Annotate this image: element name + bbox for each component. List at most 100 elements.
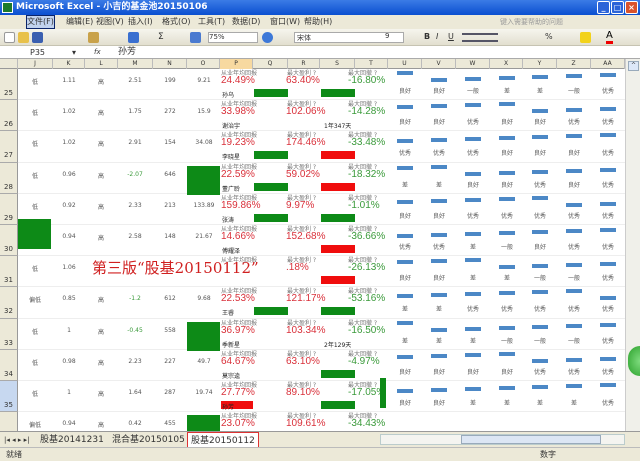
horizontal-scroll-thumb[interactable] [461, 435, 601, 444]
column-header-Y[interactable]: Y [523, 59, 557, 69]
maximize-button[interactable]: □ [611, 1, 624, 14]
column-header-O[interactable]: O [187, 59, 220, 69]
menu-item[interactable]: 窗口(W) [270, 15, 300, 29]
column-header-N[interactable]: N [153, 59, 187, 69]
cell-o-value[interactable]: 133.89 [188, 202, 220, 209]
menu-item[interactable]: 视图(V) [96, 15, 124, 29]
cell-l-level[interactable]: 高 [85, 139, 117, 148]
cell-o-value[interactable]: 9.21 [188, 77, 220, 84]
menu-item[interactable]: 帮助(H) [304, 15, 332, 29]
cell-k-value[interactable]: 0.94 [53, 233, 85, 240]
floating-widget-icon[interactable] [628, 346, 640, 376]
column-header-V[interactable]: V [422, 59, 456, 69]
tab-nav-icons[interactable]: |◂ ◂ ▸ ▸| [4, 432, 29, 448]
row-header[interactable]: 28 [0, 162, 18, 194]
column-header-W[interactable]: W [456, 59, 490, 69]
cell-k-value[interactable]: 0.85 [53, 295, 85, 302]
cell-j-level[interactable]: 低 [19, 264, 51, 273]
cell-j-level[interactable]: 低 [19, 139, 51, 148]
cell-l-level[interactable]: 高 [85, 202, 117, 211]
font-color-icon[interactable]: A [606, 30, 613, 44]
cell-l-level[interactable]: 高 [85, 327, 117, 336]
cell-n-count[interactable]: 213 [154, 202, 186, 209]
cell-n-count[interactable]: 558 [154, 327, 186, 334]
open-icon[interactable] [18, 32, 29, 43]
help-icon[interactable] [262, 32, 273, 43]
cell-j-level[interactable]: 偏低 [19, 420, 51, 429]
column-header-Z[interactable]: Z [557, 59, 591, 69]
row-header[interactable]: 30 [0, 225, 18, 257]
zoom-select[interactable]: 75% [208, 32, 258, 43]
cell-k-value[interactable]: 0.98 [53, 358, 85, 365]
cell-m-value[interactable]: -0.45 [119, 327, 151, 334]
column-header-X[interactable]: X [490, 59, 523, 69]
cell-n-count[interactable]: 646 [154, 171, 186, 178]
cell-m-value[interactable]: 0.42 [119, 420, 151, 427]
autosum-icon[interactable]: Σ [158, 32, 164, 42]
undo-icon[interactable] [128, 32, 139, 43]
row-header[interactable]: 35 [0, 381, 18, 413]
cell-j-level[interactable]: 低 [19, 327, 51, 336]
cell-m-value[interactable]: -2.07 [119, 171, 151, 178]
column-header-S[interactable]: S [320, 59, 355, 69]
menu-item[interactable]: 插入(I) [128, 15, 153, 29]
cell-j-level[interactable]: 低 [19, 108, 51, 117]
cell-j-level[interactable]: 低 [19, 171, 51, 180]
column-header-M[interactable]: M [118, 59, 153, 69]
fill-color-icon[interactable] [580, 32, 591, 43]
select-all-corner[interactable] [0, 59, 18, 69]
cell-m-value[interactable]: 2.23 [119, 358, 151, 365]
cell-j-level[interactable]: 偏低 [19, 295, 51, 304]
cell-n-count[interactable]: 154 [154, 139, 186, 146]
row-header[interactable]: 31 [0, 256, 18, 288]
cell-o-value[interactable]: 15.9 [188, 108, 220, 115]
help-search-input[interactable]: 键入需要帮助的问题 [500, 15, 563, 29]
cell-l-level[interactable]: 高 [85, 108, 117, 117]
cell-k-value[interactable]: 1 [53, 327, 85, 334]
cell-n-count[interactable]: 227 [154, 358, 186, 365]
cell-n-count[interactable]: 287 [154, 389, 186, 396]
cell-l-level[interactable]: 高 [85, 358, 117, 367]
scroll-up-icon[interactable]: ^ [628, 61, 639, 71]
cell-k-value[interactable]: 0.94 [53, 420, 85, 427]
minimize-button[interactable]: _ [597, 1, 610, 14]
worksheet-grid[interactable]: 25 低 1.11 高 2.51 199 9.21 从业年均回报 24.49% 最大盈利 ? 63.… [0, 69, 625, 431]
cell-m-value[interactable]: -1.2 [119, 295, 151, 302]
row-header[interactable]: 34 [0, 349, 18, 381]
cell-k-value[interactable]: 1.02 [53, 139, 85, 146]
cell-l-level[interactable]: 高 [85, 295, 117, 304]
cell-n-count[interactable]: 272 [154, 108, 186, 115]
column-header-K[interactable]: K [53, 59, 85, 69]
cell-o-value[interactable]: 9.68 [188, 295, 220, 302]
bold-button[interactable]: B [424, 32, 430, 41]
cell-j-level[interactable]: 低 [19, 77, 51, 86]
cell-j-level[interactable]: 低 [19, 358, 51, 367]
row-header[interactable]: 27 [0, 131, 18, 163]
cell-n-count[interactable]: 148 [154, 233, 186, 240]
cell-m-value[interactable]: 2.58 [119, 233, 151, 240]
cell-m-value[interactable]: 2.51 [119, 77, 151, 84]
cell-n-count[interactable]: 199 [154, 77, 186, 84]
cell-k-value[interactable]: 1.02 [53, 108, 85, 115]
menu-item[interactable]: 工具(T) [198, 15, 225, 29]
cell-l-level[interactable]: 高 [85, 389, 117, 398]
name-box[interactable]: P35 [30, 46, 45, 59]
column-header-T[interactable]: T [355, 59, 388, 69]
menu-item[interactable]: 文件(F) [26, 15, 55, 29]
chart-wizard-icon[interactable] [190, 32, 201, 43]
cell-k-value[interactable]: 1.06 [53, 264, 85, 271]
cell-j-level[interactable]: 低 [19, 389, 51, 398]
cell-n-count[interactable]: 612 [154, 295, 186, 302]
column-header-J[interactable]: J [18, 59, 53, 69]
cell-k-value[interactable]: 1 [53, 389, 85, 396]
column-header-Q[interactable]: Q [253, 59, 288, 69]
menu-item[interactable]: 格式(O) [162, 15, 191, 29]
cell-k-value[interactable]: 1.11 [53, 77, 85, 84]
row-header[interactable]: 26 [0, 100, 18, 132]
italic-button[interactable]: I [436, 32, 438, 41]
percent-button[interactable]: % [545, 32, 553, 41]
column-header-P[interactable]: P [220, 59, 253, 69]
cell-m-value[interactable]: 1.75 [119, 108, 151, 115]
sheet-tab[interactable]: 混合基20150105 [112, 432, 185, 448]
cell-l-level[interactable]: 高 [85, 233, 117, 242]
